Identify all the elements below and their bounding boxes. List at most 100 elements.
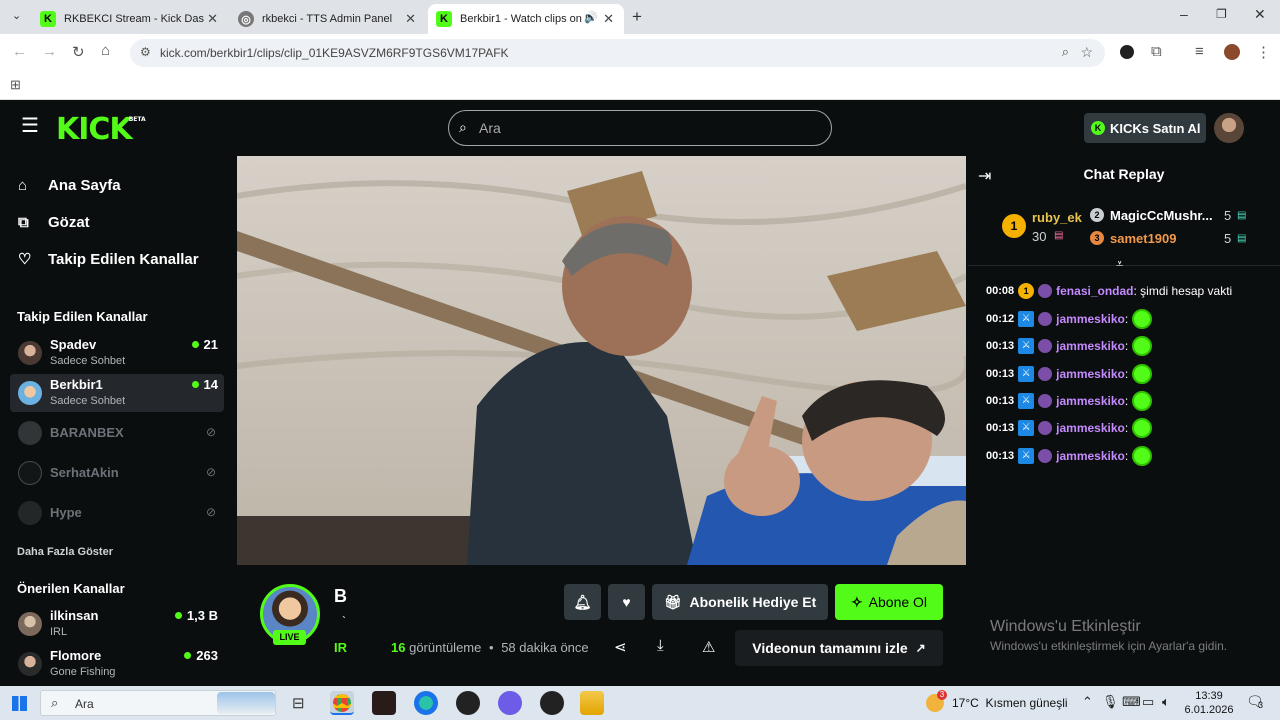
- extensions-puzzle-icon[interactable]: ⧉: [1151, 43, 1162, 60]
- extension-icon[interactable]: [1120, 45, 1134, 59]
- sidebar-channel-serhatakin[interactable]: SerhatAkin ⊘: [10, 454, 224, 492]
- profile-avatar[interactable]: [1224, 44, 1240, 60]
- sidebar: ⌂ Ana Sayfa ⧉ Gözat ♡ Takip Edilen Kanal…: [0, 156, 236, 686]
- bookmark-star-icon[interactable]: ☆: [1080, 44, 1093, 61]
- report-warning-icon[interactable]: ⚠: [702, 638, 715, 656]
- moderator-badge-icon: ⚔: [1018, 311, 1035, 327]
- moderator-badge-icon: ⚔: [1018, 448, 1035, 464]
- clock-date: 6.01.2026: [1184, 704, 1234, 716]
- reload-icon[interactable]: ↻: [72, 43, 85, 61]
- browser-menu-icon[interactable]: ⋮: [1256, 43, 1271, 61]
- network-icon[interactable]: ⌨: [1122, 694, 1141, 710]
- media-control-icon[interactable]: ≡: [1195, 43, 1204, 60]
- message-user[interactable]: jammeskiko: [1056, 394, 1125, 408]
- sidebar-channel-hype[interactable]: Hype ⊘: [10, 494, 224, 532]
- maximize-icon[interactable]: ❐: [1216, 7, 1227, 21]
- emote-icon: [1132, 364, 1153, 384]
- emote-icon: [1132, 336, 1153, 356]
- tab-berkbir1-clips[interactable]: K Berkbir1 - Watch clips on Ki 🔊 ✕: [428, 4, 624, 34]
- leader-2-name[interactable]: MagicCcMushr...: [1110, 208, 1213, 223]
- subscriber-badge-icon: [1038, 449, 1053, 463]
- message-time: 00:13: [986, 340, 1015, 352]
- app-taskbar-icon[interactable]: [498, 691, 522, 715]
- app-taskbar-icon[interactable]: [372, 691, 396, 715]
- home-icon[interactable]: ⌂: [101, 42, 110, 59]
- clock[interactable]: 13:39 6.01.2026: [1180, 689, 1238, 717]
- tab-list-chevron-icon[interactable]: ⌄: [12, 9, 21, 22]
- sidebar-channel-ilkinsan[interactable]: ilkinsan IRL 1,3 B: [10, 605, 224, 643]
- zoom-icon[interactable]: ⌕: [1062, 44, 1069, 60]
- taskbar-search[interactable]: ⌕ Ara: [40, 690, 276, 716]
- sidebar-channel-baranbex[interactable]: BARANBEX ⊘: [10, 414, 224, 452]
- user-avatar[interactable]: [1214, 113, 1244, 143]
- gift-subscription-button[interactable]: 🎁︎ Abonelik Hediye Et: [652, 584, 828, 620]
- windows-start-icon[interactable]: [12, 696, 27, 711]
- buy-kicks-button[interactable]: K KICKs Satın Al: [1084, 113, 1206, 143]
- file-explorer-taskbar-icon[interactable]: [580, 691, 604, 715]
- chrome-taskbar-icon[interactable]: [330, 691, 354, 715]
- message-user[interactable]: jammeskiko: [1056, 312, 1125, 326]
- close-tab-icon[interactable]: ✕: [207, 11, 218, 27]
- sidebar-channel-berkbir1[interactable]: Berkbir1 Sadece Sohbet 14: [10, 374, 224, 412]
- forward-icon[interactable]: →: [42, 43, 57, 60]
- gift-icon: 🎁︎: [663, 593, 682, 610]
- share-icon[interactable]: ⋖: [614, 638, 627, 656]
- audio-playing-icon[interactable]: 🔊: [584, 11, 598, 24]
- app-taskbar-icon[interactable]: [456, 691, 480, 715]
- nav-home[interactable]: ⌂ Ana Sayfa: [18, 170, 121, 200]
- tray-chevron-icon[interactable]: ⌃: [1082, 694, 1093, 710]
- clip-stats: 16 görüntüleme • 58 dakika önce: [391, 640, 589, 655]
- subscribe-button[interactable]: ✧ Abone Ol: [835, 584, 943, 620]
- nav-browse[interactable]: ⧉ Gözat: [18, 207, 90, 237]
- emote-icon: [1132, 446, 1153, 466]
- message-user[interactable]: fenasi_ondad: [1056, 284, 1133, 298]
- expand-leaderboard-icon[interactable]: ⩡: [1116, 256, 1123, 272]
- close-tab-icon[interactable]: ✕: [405, 11, 416, 27]
- close-window-icon[interactable]: ✕: [1254, 6, 1266, 23]
- download-icon[interactable]: ⤓: [657, 637, 664, 654]
- leader-1-name[interactable]: ruby_ek: [1032, 210, 1082, 225]
- tab-kick-dashboard[interactable]: K RKBEKCI Stream - Kick Dashboa ✕: [32, 4, 228, 34]
- hamburger-menu-icon[interactable]: ☰: [21, 116, 39, 136]
- message-user[interactable]: jammeskiko: [1056, 367, 1125, 381]
- microphone-icon[interactable]: 🎙︎: [1102, 694, 1119, 710]
- nav-label: Gözat: [48, 213, 90, 231]
- sidebar-channel-spadev[interactable]: Spadev Sadece Sohbet 21: [10, 334, 224, 372]
- apps-grid-icon[interactable]: ⊞: [10, 77, 21, 93]
- sidebar-channel-flomore[interactable]: Flomore Gone Fishing 263: [10, 645, 224, 683]
- volume-icon[interactable]: 🔈︎: [1162, 694, 1170, 710]
- search-icon: ⌕: [459, 119, 467, 135]
- site-info-icon[interactable]: ⚙: [140, 45, 151, 59]
- close-tab-icon[interactable]: ✕: [603, 11, 614, 27]
- app-taskbar-icon[interactable]: [540, 691, 564, 715]
- time-ago: 58 dakika önce: [501, 640, 589, 655]
- clip-category[interactable]: IR: [334, 640, 347, 655]
- rank-1-medal-icon: 1: [1002, 214, 1026, 238]
- clip-video-player[interactable]: [237, 156, 966, 565]
- new-tab-button[interactable]: +: [632, 7, 642, 27]
- search-input[interactable]: ⌕ Ara: [448, 110, 832, 146]
- watch-full-video-button[interactable]: Videonun tamamını izle ↗: [735, 630, 943, 666]
- weather-text[interactable]: 17°C Kısmen güneşli: [952, 696, 1068, 710]
- leader-1-value: 30: [1032, 229, 1047, 244]
- battery-icon[interactable]: ▭: [1142, 694, 1154, 710]
- channel-category: Sadece Sohbet: [50, 395, 126, 407]
- message-user[interactable]: jammeskiko: [1056, 421, 1125, 435]
- show-more-link[interactable]: Daha Fazla Göster: [17, 546, 113, 558]
- follow-button[interactable]: ♥: [608, 584, 645, 620]
- message-time: 00:13: [986, 368, 1015, 380]
- message-user[interactable]: jammeskiko: [1056, 449, 1125, 463]
- edge-taskbar-icon[interactable]: [414, 691, 438, 715]
- back-icon[interactable]: ←: [12, 43, 27, 60]
- kick-logo[interactable]: KICK BETA: [56, 112, 146, 147]
- message-user[interactable]: jammeskiko: [1056, 339, 1125, 353]
- site-header: ☰ KICK BETA ⌕ Ara K KICKs Satın Al: [0, 100, 1280, 156]
- task-view-icon[interactable]: ⊟: [292, 694, 305, 712]
- tab-tts-admin[interactable]: ◎ rkbekci - TTS Admin Panel ✕: [230, 4, 426, 34]
- leader-3-name[interactable]: samet1909: [1110, 231, 1177, 246]
- nav-following[interactable]: ♡ Takip Edilen Kanallar: [18, 244, 199, 274]
- minimize-icon[interactable]: –: [1180, 6, 1188, 22]
- notification-bell-button[interactable]: 🔔︎: [564, 584, 601, 620]
- views-label: görüntüleme: [409, 640, 482, 655]
- address-bar[interactable]: ⚙ kick.com/berkbir1/clips/clip_01KE9ASVZ…: [130, 39, 1105, 67]
